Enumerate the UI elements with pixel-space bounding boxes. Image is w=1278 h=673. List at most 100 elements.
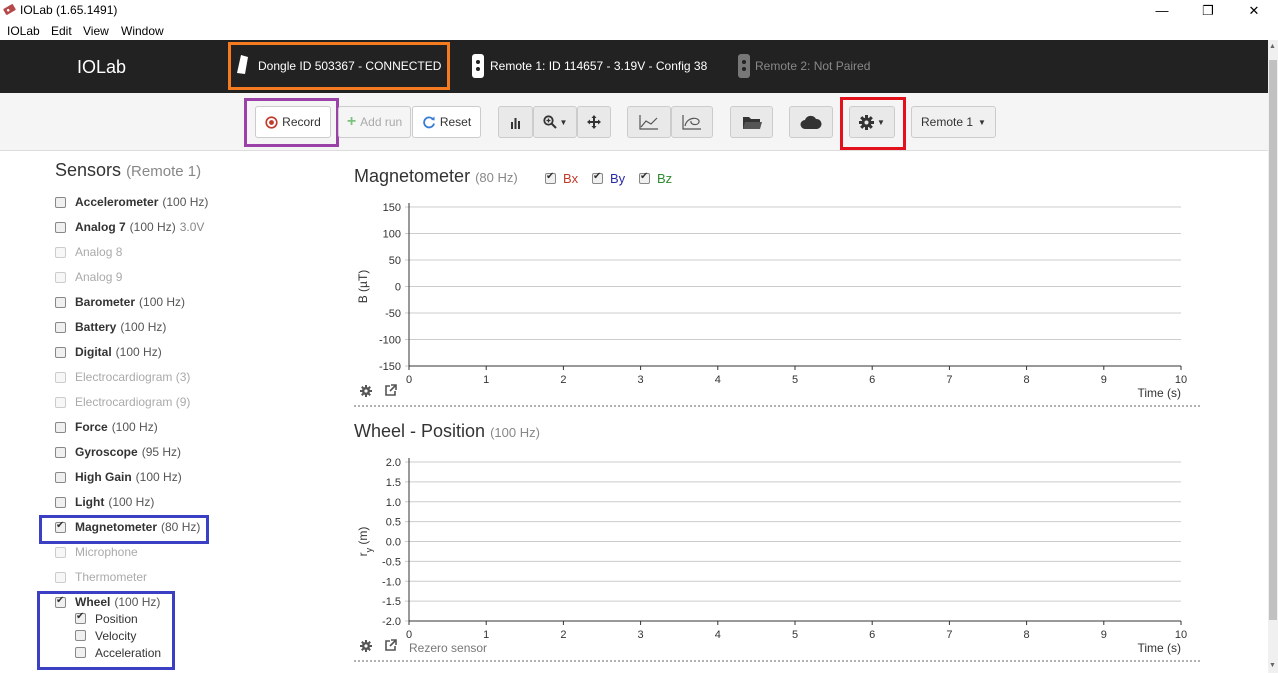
chart-title-text: Wheel - Position: [354, 421, 486, 441]
y-tick-label: 0.5: [386, 517, 401, 529]
y-tick-label: 2.0: [386, 457, 401, 469]
sensor-checkbox[interactable]: [55, 246, 66, 258]
x-tick-label: 8: [1024, 374, 1030, 386]
sensor-checkbox[interactable]: [55, 321, 66, 333]
sensor-checkbox[interactable]: [55, 346, 66, 358]
menu-iolab[interactable]: IOLab: [7, 24, 40, 38]
sensor-checkbox[interactable]: [55, 471, 66, 483]
sensor-checkbox[interactable]: [55, 546, 66, 558]
sensor-checkbox[interactable]: [55, 196, 66, 208]
chart-settings-gear-icon[interactable]: [360, 640, 372, 652]
scroll-up-arrow[interactable]: ▲: [1269, 43, 1276, 50]
sensor-row[interactable]: Digital (100 Hz): [55, 343, 162, 361]
menu-bar: IOLab Edit View Window: [0, 21, 1278, 40]
highlight-magnetometer: [39, 515, 209, 544]
menu-edit[interactable]: Edit: [51, 24, 72, 38]
wheel-position-chart[interactable]: 2.0 1.5 1.0 0.5 0.0 -0.5 -1.0 -1.5 -2.0 0 1 2 3 4 5 6 7 8…: [354, 450, 1214, 665]
sensor-row[interactable]: Light (100 Hz): [55, 493, 154, 511]
folder-icon: [742, 116, 762, 129]
sensor-row[interactable]: Analog 9: [55, 268, 122, 286]
minimize-button[interactable]: —: [1139, 0, 1185, 21]
sensor-rate: (100 Hz): [120, 320, 167, 334]
x-tick-label: 0: [406, 629, 412, 641]
restore-button[interactable]: ❐: [1185, 0, 1231, 21]
sensor-name: Gyroscope: [75, 445, 138, 459]
vertical-scrollbar[interactable]: ▲ ▼: [1268, 40, 1278, 673]
line-chart-button[interactable]: [627, 106, 671, 138]
scrollbar-thumb[interactable]: [1269, 60, 1277, 620]
sensor-checkbox[interactable]: [55, 296, 66, 308]
pan-button[interactable]: [577, 106, 611, 138]
sensor-row[interactable]: Accelerometer (100 Hz): [55, 193, 208, 211]
sensor-checkbox[interactable]: [55, 421, 66, 433]
sensor-name: Microphone: [75, 545, 138, 559]
bar-chart-icon: [511, 117, 520, 129]
wheel-chart-title: Wheel - Position (100 Hz): [354, 421, 540, 442]
window-title: IOLab (1.65.1491): [20, 3, 118, 17]
close-button[interactable]: ✕: [1231, 0, 1277, 21]
cloud-button[interactable]: [789, 106, 833, 138]
menu-window[interactable]: Window: [121, 24, 164, 38]
y-tick-label: 50: [389, 255, 401, 267]
sensor-row[interactable]: Battery (100 Hz): [55, 318, 166, 336]
scroll-down-arrow[interactable]: ▼: [1269, 662, 1276, 669]
sensor-name: Force: [75, 420, 108, 434]
sensor-checkbox[interactable]: [55, 396, 66, 408]
open-folder-button[interactable]: [730, 106, 773, 138]
sensor-row[interactable]: High Gain (100 Hz): [55, 468, 182, 486]
sensor-checkbox[interactable]: [55, 496, 66, 508]
sensor-row[interactable]: Analog 7 (100 Hz) 3.0V: [55, 218, 204, 236]
window-titlebar: IOLab (1.65.1491) — ❐ ✕: [0, 0, 1278, 21]
sensor-row[interactable]: Electrocardiogram (9): [55, 393, 190, 411]
legend-label: Bx: [563, 171, 579, 186]
sensor-checkbox[interactable]: [55, 446, 66, 458]
legend-item-by[interactable]: By: [592, 171, 625, 186]
x-tick-label: 3: [638, 374, 644, 386]
sensor-name: Analog 8: [75, 245, 123, 259]
legend-checkbox[interactable]: [592, 171, 603, 184]
magnetometer-chart[interactable]: 150 100 50 0 -50 -100 -150 0 1 2 3 4 5 6 7 8 9 10Time (s)…: [354, 195, 1214, 410]
parametric-chart-button[interactable]: [671, 106, 713, 138]
chart-popout-icon[interactable]: [385, 384, 397, 396]
sensor-row[interactable]: Electrocardiogram (3): [55, 368, 190, 386]
y-tick-label: -1.5: [382, 596, 401, 608]
x-tick-label: 4: [715, 374, 721, 386]
reset-label: Reset: [439, 115, 472, 129]
x-axis-label: Time (s): [1137, 641, 1181, 655]
sensor-row[interactable]: Microphone: [55, 543, 138, 561]
sensor-row[interactable]: Gyroscope (95 Hz): [55, 443, 181, 461]
sensor-name: Analog 9: [75, 270, 123, 284]
sensor-row[interactable]: Barometer (100 Hz): [55, 293, 185, 311]
legend-checkbox[interactable]: [639, 171, 650, 184]
chart-popout-icon[interactable]: [385, 639, 397, 651]
y-tick-label: -2.0: [382, 616, 401, 628]
x-tick-label: 3: [638, 629, 644, 641]
sensor-checkbox[interactable]: [55, 371, 66, 383]
chart-settings-gear-icon[interactable]: [360, 385, 372, 397]
legend-checkbox[interactable]: [545, 171, 556, 184]
cloud-icon: [800, 115, 822, 129]
x-tick-label: 9: [1101, 374, 1107, 386]
sensor-checkbox[interactable]: [55, 571, 66, 583]
sensor-row[interactable]: Force (100 Hz): [55, 418, 158, 436]
remote-select-dropdown[interactable]: Remote 1 ▼: [911, 106, 996, 138]
parametric-chart-icon: [682, 115, 701, 130]
zoom-button[interactable]: ▼: [533, 106, 577, 138]
legend-item-bx[interactable]: Bx: [545, 171, 578, 186]
add-run-button[interactable]: + Add run: [338, 106, 411, 138]
sensor-row[interactable]: Analog 8: [55, 243, 122, 261]
sidebar-title-text: Sensors: [55, 160, 122, 180]
x-tick-label: 2: [560, 629, 566, 641]
menu-view[interactable]: View: [83, 24, 109, 38]
x-tick-label: 1: [483, 374, 489, 386]
y-tick-label: -50: [385, 308, 401, 320]
y-tick-label: 1.5: [386, 477, 401, 489]
legend-item-bz[interactable]: Bz: [639, 171, 672, 186]
sensor-row[interactable]: Thermometer: [55, 568, 147, 586]
reset-button[interactable]: Reset: [412, 106, 481, 138]
sensor-checkbox[interactable]: [55, 221, 66, 233]
remote-select-label: Remote 1: [921, 115, 974, 129]
sensor-name: Battery: [75, 320, 117, 334]
sensor-checkbox[interactable]: [55, 271, 66, 283]
stats-button[interactable]: [498, 106, 533, 138]
